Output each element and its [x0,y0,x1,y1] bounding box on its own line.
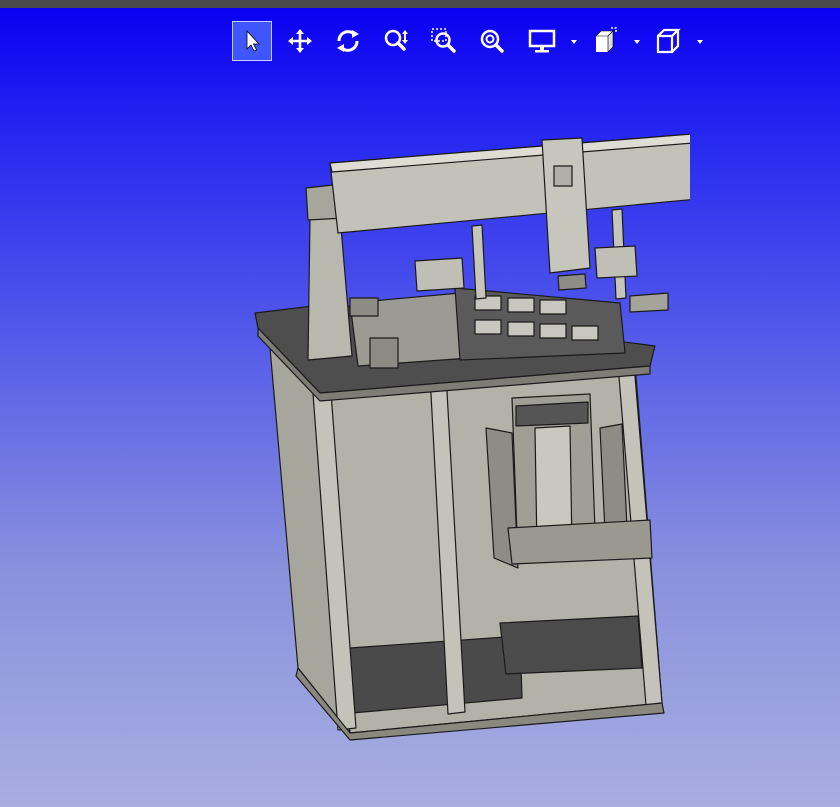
zoom-window-tool-button[interactable] [424,21,464,61]
view-orientation-dropdown[interactable] [695,37,705,47]
select-tool-button[interactable] [232,21,272,61]
chevron-down-icon [634,40,640,44]
3d-viewport[interactable] [0,8,840,807]
cad-machine-model[interactable] [250,128,690,748]
zoom-fit-tool-button[interactable] [472,21,512,61]
gantry-support-left [307,215,353,361]
gantry-upright-a [471,224,487,300]
z-axis-slide [541,137,591,274]
section-view-button[interactable] [585,21,625,61]
window-top-bar [0,0,840,8]
rotate-tool-button[interactable] [328,21,368,61]
view-cube-icon [656,28,681,54]
pan-tool-button[interactable] [280,21,320,61]
zoom-in-out-icon [384,29,408,51]
gripper-right [629,292,669,313]
pan-move-icon [288,29,312,53]
section-view-dropdown[interactable] [632,37,642,47]
carriage-left [414,257,465,292]
chevron-down-icon [697,40,703,44]
z-axis-plate [553,165,573,187]
section-view-icon [595,27,617,53]
lift-crossbar [507,519,653,565]
zoom-window-icon [431,28,456,53]
select-arrow-icon [246,29,260,52]
zoom-fit-icon [480,29,504,53]
zoom-tool-button[interactable] [376,21,416,61]
display-mode-button[interactable] [522,21,562,61]
carriage-right [594,245,638,279]
motor-top [349,297,379,317]
view-orientation-button[interactable] [648,21,688,61]
chevron-down-icon [571,40,577,44]
rotate-orbit-icon [337,30,359,52]
display-mode-dropdown[interactable] [569,37,579,47]
cabinet-lower-tray [499,615,643,675]
z-axis-head [557,273,587,291]
display-mode-icon [528,29,556,53]
lift-top-plate [515,401,589,427]
stepper-motor [369,337,399,369]
